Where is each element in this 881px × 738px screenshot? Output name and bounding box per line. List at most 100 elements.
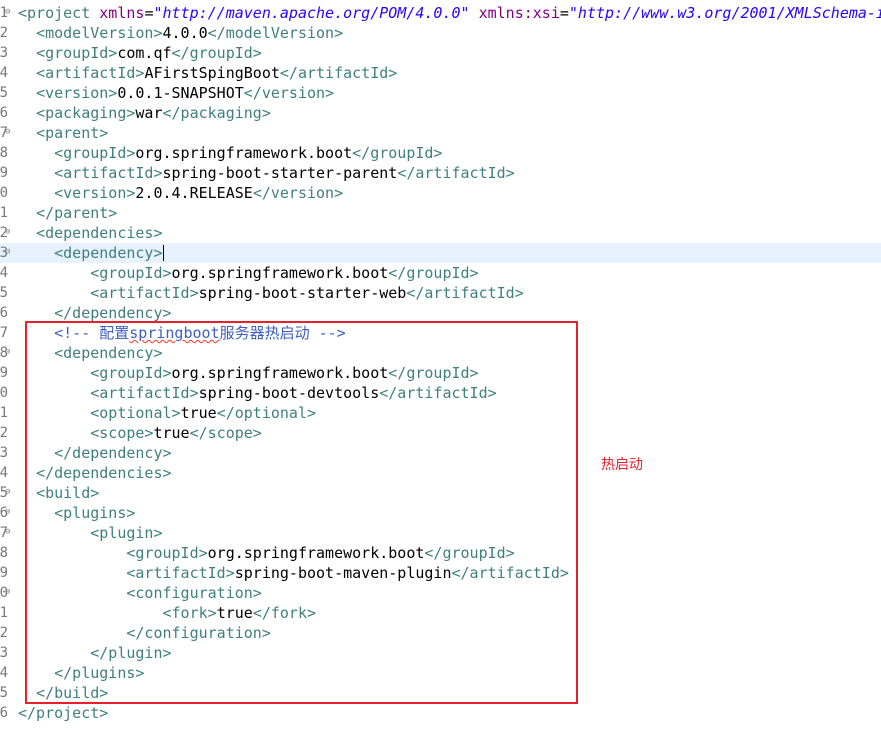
fold-toggle-icon[interactable]: ⊖ <box>5 223 10 241</box>
code-text: <fork>true</fork> <box>162 604 317 622</box>
line-number: 3 <box>0 45 8 61</box>
line-number: 16 <box>0 305 8 321</box>
code-line[interactable]: 10 <version>2.0.4.RELEASE</version> <box>0 183 881 203</box>
code-line[interactable]: 36 </project> <box>0 703 881 723</box>
code-text: <groupId>org.springframework.boot</group… <box>90 364 479 382</box>
code-line[interactable]: 18⊖ <dependency> <box>0 343 881 363</box>
code-text: <artifactId>AFirstSpingBoot</artifactId> <box>36 64 398 82</box>
code-line[interactable]: 13⊖ <dependency> <box>0 243 881 263</box>
code-text: <!-- 配置springboot服务器热启动 --> <box>54 324 346 342</box>
line-number: 11 <box>0 205 8 221</box>
code-text: <dependencies> <box>36 224 163 242</box>
code-line[interactable]: 9 <artifactId>spring-boot-starter-parent… <box>0 163 881 183</box>
code-line[interactable]: 25⊖ <build> <box>0 483 881 503</box>
code-line[interactable]: 2 <modelVersion>4.0.0</modelVersion> <box>0 23 881 43</box>
code-line[interactable]: 12⊖ <dependencies> <box>0 223 881 243</box>
line-number: 10 <box>0 185 8 201</box>
code-text: <build> <box>36 484 100 502</box>
line-number: 5 <box>0 85 8 101</box>
fold-toggle-icon[interactable]: ⊖ <box>5 243 10 261</box>
code-line[interactable]: 32 </configuration> <box>0 623 881 643</box>
code-line[interactable]: 23 </dependency> <box>0 443 881 463</box>
code-text: <artifactId>spring-boot-devtools</artifa… <box>90 384 497 402</box>
code-line[interactable]: 24 </dependencies> <box>0 463 881 483</box>
fold-toggle-icon[interactable]: ⊖ <box>5 3 10 21</box>
line-number: 20 <box>0 385 8 401</box>
code-line[interactable]: 28 <groupId>org.springframework.boot</gr… <box>0 543 881 563</box>
code-text: <packaging>war</packaging> <box>36 104 271 122</box>
code-line[interactable]: 31 <fork>true</fork> <box>0 603 881 623</box>
code-text: </plugins> <box>54 664 145 682</box>
code-text: </dependency> <box>54 444 172 462</box>
code-line[interactable]: 27⊖ <plugin> <box>0 523 881 543</box>
code-line[interactable]: 33 </plugin> <box>0 643 881 663</box>
code-line[interactable]: 20 <artifactId>spring-boot-devtools</art… <box>0 383 881 403</box>
code-line[interactable]: 17 <!-- 配置springboot服务器热启动 --> <box>0 323 881 343</box>
line-number: 2 <box>0 25 8 41</box>
code-line[interactable]: 19 <groupId>org.springframework.boot</gr… <box>0 363 881 383</box>
code-text: <artifactId>spring-boot-maven-plugin</ar… <box>126 564 569 582</box>
code-text: <artifactId>spring-boot-starter-web</art… <box>90 284 524 302</box>
code-line[interactable]: 1 ⊖ <project xmlns="http://maven.apache.or… <box>0 3 881 23</box>
fold-toggle-icon[interactable]: ⊖ <box>5 343 10 361</box>
line-number: 28 <box>0 545 8 561</box>
code-text: <optional>true</optional> <box>90 404 317 422</box>
code-text: <version>0.0.1-SNAPSHOT</version> <box>36 84 335 102</box>
line-number: 17 <box>0 325 8 341</box>
fold-toggle-icon[interactable]: ⊖ <box>5 583 10 601</box>
line-number: 8 <box>0 145 8 161</box>
code-line[interactable]: 8 <groupId>org.springframework.boot</gro… <box>0 143 881 163</box>
code-line[interactable]: 16 </dependency> <box>0 303 881 323</box>
fold-toggle-icon[interactable]: ⊖ <box>5 123 10 141</box>
line-number: 35 <box>0 685 8 701</box>
code-text: <plugin> <box>90 524 163 542</box>
code-text: <modelVersion>4.0.0</modelVersion> <box>36 24 344 42</box>
line-number: 24 <box>0 465 8 481</box>
line-number: 33 <box>0 645 8 661</box>
fold-toggle-icon[interactable]: ⊖ <box>5 503 10 521</box>
code-text: <groupId>org.springframework.boot</group… <box>90 264 479 282</box>
code-line[interactable]: 29 <artifactId>spring-boot-maven-plugin<… <box>0 563 881 583</box>
code-line[interactable]: 7 ⊖ <parent> <box>0 123 881 143</box>
code-text: </configuration> <box>126 624 271 642</box>
line-number: 22 <box>0 425 8 441</box>
code-text: </build> <box>36 684 109 702</box>
code-text: </dependencies> <box>36 464 172 482</box>
code-text: <plugins> <box>54 504 136 522</box>
fold-toggle-icon[interactable]: ⊖ <box>5 523 10 541</box>
code-line[interactable]: 30⊖ <configuration> <box>0 583 881 603</box>
code-text: </plugin> <box>90 644 172 662</box>
code-text: </dependency> <box>54 304 172 322</box>
code-line[interactable]: 3 <groupId>com.qf</groupId> <box>0 43 881 63</box>
line-number: 6 <box>0 105 8 121</box>
code-text: </project> <box>18 704 109 722</box>
line-number: 4 <box>0 65 8 81</box>
code-line[interactable]: 22 <scope>true</scope> <box>0 423 881 443</box>
line-number: 32 <box>0 625 8 641</box>
line-number: 23 <box>0 445 8 461</box>
code-text: <project xmlns="http://maven.apache.org/… <box>18 4 881 22</box>
code-line[interactable]: 6 <packaging>war</packaging> <box>0 103 881 123</box>
code-text: </parent> <box>36 204 118 222</box>
code-line[interactable]: 35 </build> <box>0 683 881 703</box>
code-text: <groupId>org.springframework.boot</group… <box>126 544 515 562</box>
line-number: 36 <box>0 705 8 721</box>
code-text: <parent> <box>36 124 109 142</box>
code-text: <version>2.0.4.RELEASE</version> <box>54 184 344 202</box>
code-text: <dependency> <box>54 344 163 362</box>
code-line[interactable]: 11 </parent> <box>0 203 881 223</box>
xml-editor[interactable]: 1 ⊖ <project xmlns="http://maven.apache.or… <box>0 0 881 738</box>
code-line[interactable]: 15 <artifactId>spring-boot-starter-web</… <box>0 283 881 303</box>
code-text: <scope>true</scope> <box>90 424 262 442</box>
line-number: 31 <box>0 605 8 621</box>
code-line[interactable]: 4 <artifactId>AFirstSpingBoot</artifactI… <box>0 63 881 83</box>
code-line[interactable]: 34 </plugins> <box>0 663 881 683</box>
code-line[interactable]: 21 <optional>true</optional> <box>0 403 881 423</box>
annotation-label: 热启动 <box>601 457 643 473</box>
code-text: <artifactId>spring-boot-starter-parent</… <box>54 164 515 182</box>
code-line[interactable]: 5 <version>0.0.1-SNAPSHOT</version> <box>0 83 881 103</box>
line-number: 29 <box>0 565 8 581</box>
code-line[interactable]: 14 <groupId>org.springframework.boot</gr… <box>0 263 881 283</box>
code-line[interactable]: 26⊖ <plugins> <box>0 503 881 523</box>
fold-toggle-icon[interactable]: ⊖ <box>5 483 10 501</box>
